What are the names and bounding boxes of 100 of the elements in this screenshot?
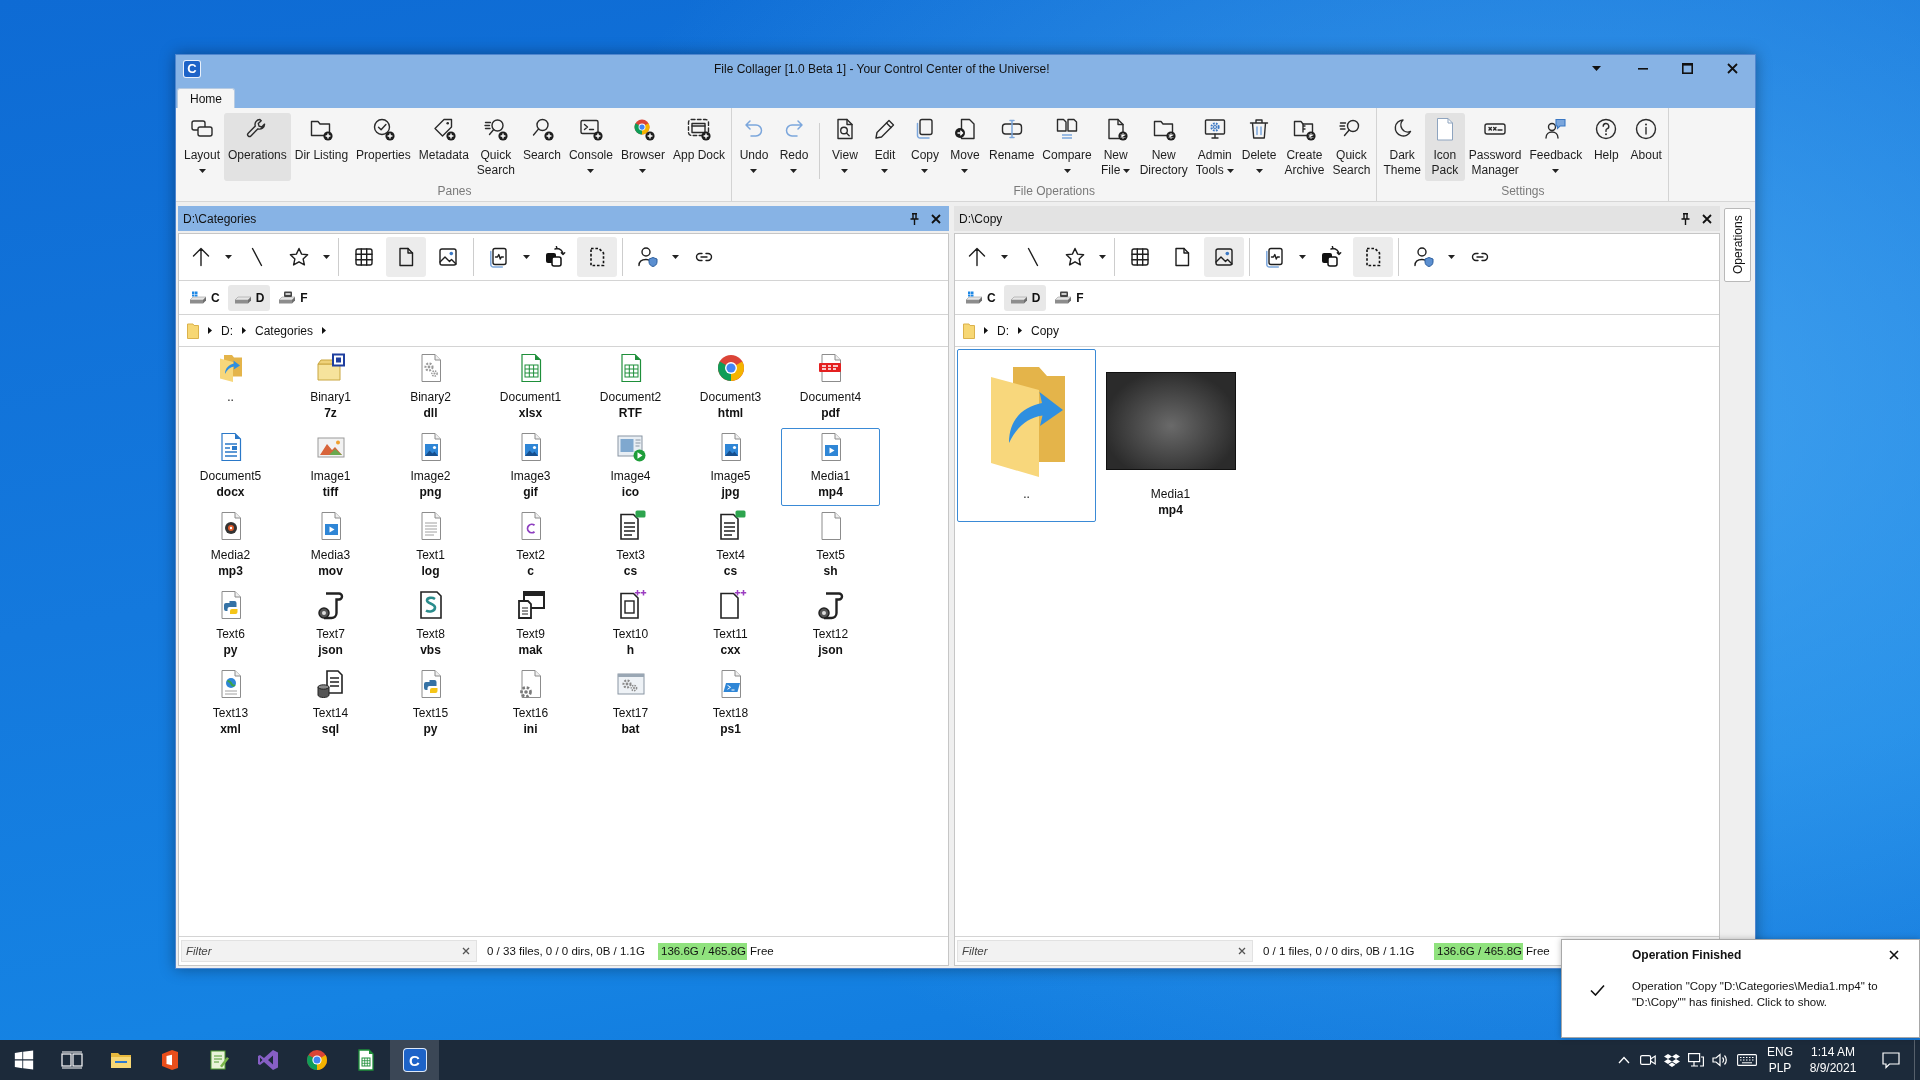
file-item[interactable]: Text6 py: [181, 586, 280, 664]
ribbon-button[interactable]: Create Archive: [1280, 113, 1329, 181]
file-item[interactable]: Text12 json: [781, 586, 880, 664]
file-item[interactable]: Media3 mov: [281, 507, 380, 585]
toolbar-button[interactable]: [386, 237, 426, 277]
toolbar-button[interactable]: [577, 237, 617, 277]
close-icon[interactable]: [1702, 213, 1712, 224]
ribbon-button[interactable]: New File: [1095, 113, 1136, 181]
file-item[interactable]: Text15 py: [381, 665, 480, 743]
file-item[interactable]: Text13 xml: [181, 665, 280, 743]
ribbon-button[interactable]: Feedback: [1525, 113, 1587, 181]
caret-icon[interactable]: [1099, 255, 1106, 259]
caret-icon[interactable]: [523, 255, 530, 259]
wired-network-icon[interactable]: [1688, 1053, 1704, 1067]
file-item[interactable]: Text4 cs: [681, 507, 780, 585]
file-item[interactable]: Text11 cxx: [681, 586, 780, 664]
close-icon[interactable]: [931, 213, 941, 224]
file-item[interactable]: Media1 mp4: [781, 428, 880, 506]
ribbon-button[interactable]: About: [1626, 113, 1667, 181]
ribbon-button[interactable]: Quick Search: [1328, 113, 1375, 181]
drive-button[interactable]: C: [183, 284, 226, 311]
filter-field[interactable]: Filter: [181, 940, 477, 962]
file-item[interactable]: Text8 vbs: [381, 586, 480, 664]
close-icon[interactable]: [1889, 950, 1899, 960]
file-item[interactable]: Document2 RTF: [581, 349, 680, 427]
clock-button[interactable]: 1:14 AM 8/9/2021: [1798, 1040, 1868, 1080]
ribbon-button[interactable]: Move: [945, 113, 985, 181]
filter-field[interactable]: Filter: [957, 940, 1253, 962]
ribbon-button[interactable]: Password Manager: [1464, 113, 1526, 181]
caret-icon[interactable]: [1299, 255, 1306, 259]
toolbar-button[interactable]: [1353, 237, 1393, 277]
ribbon-tab[interactable]: Home: [177, 88, 235, 108]
caret-icon[interactable]: [1448, 255, 1455, 259]
file-item[interactable]: Binary1 7z: [281, 349, 380, 427]
speaker-icon[interactable]: [1712, 1053, 1728, 1067]
ribbon-button[interactable]: Dir Listing: [290, 113, 353, 181]
ribbon-button[interactable]: Help: [1586, 113, 1627, 181]
breadcrumb-segment[interactable]: D:: [997, 323, 1009, 338]
file-item[interactable]: Document5 docx: [181, 428, 280, 506]
ribbon-button[interactable]: Compare: [1038, 113, 1096, 181]
ribbon-button[interactable]: Rename: [985, 113, 1039, 181]
drive-button[interactable]: F: [272, 284, 314, 311]
speech-bubble-icon[interactable]: [1882, 1051, 1900, 1069]
ribbon-button[interactable]: Redo: [774, 113, 814, 181]
triangle-right-icon[interactable]: [1018, 327, 1022, 334]
file-item[interactable]: Media1 mp4: [1101, 349, 1240, 522]
ribbon-button[interactable]: App Dock: [668, 113, 729, 181]
ribbon-button[interactable]: Undo: [734, 113, 774, 181]
file-item[interactable]: Text5 sh: [781, 507, 880, 585]
caret-icon[interactable]: [672, 255, 679, 259]
file-item[interactable]: Image1 tiff: [281, 428, 380, 506]
breadcrumb-segment[interactable]: Categories: [255, 323, 314, 338]
file-item[interactable]: Document3 html: [681, 349, 780, 427]
ribbon-button[interactable]: Operations: [224, 113, 291, 181]
breadcrumb-segment[interactable]: Copy: [1031, 323, 1059, 338]
caret-icon[interactable]: [225, 255, 232, 259]
ribbon-button[interactable]: Layout: [180, 113, 225, 181]
ribbon-button[interactable]: Browser: [616, 113, 669, 181]
file-item[interactable]: Image2 png: [381, 428, 480, 506]
triangle-right-icon[interactable]: [984, 327, 988, 334]
ribbon-button[interactable]: Properties: [352, 113, 415, 181]
file-item[interactable]: Text3 cs: [581, 507, 680, 585]
toolbar-button[interactable]: [1204, 237, 1244, 277]
caret-icon[interactable]: [323, 255, 330, 259]
ribbon-button[interactable]: Icon Pack: [1424, 113, 1465, 181]
file-item[interactable]: Text17 bat: [581, 665, 680, 743]
ribbon-button[interactable]: New Directory: [1135, 113, 1192, 181]
ribbon-button[interactable]: Dark Theme: [1379, 113, 1425, 181]
pin-icon[interactable]: [1681, 212, 1690, 225]
file-item[interactable]: Text9 mak: [481, 586, 580, 664]
drive-button[interactable]: F: [1048, 284, 1090, 311]
file-item[interactable]: Image3 gif: [481, 428, 580, 506]
drive-button[interactable]: D: [1003, 284, 1047, 311]
file-item[interactable]: Image4 ico: [581, 428, 680, 506]
file-item[interactable]: Text14 sql: [281, 665, 380, 743]
file-item[interactable]: Image5 jpg: [681, 428, 780, 506]
ribbon-button[interactable]: View: [825, 113, 865, 181]
triangle-right-icon[interactable]: [208, 327, 212, 334]
clear-icon[interactable]: [1238, 947, 1246, 955]
drive-button[interactable]: D: [227, 284, 271, 311]
ribbon-button[interactable]: Search: [518, 113, 565, 181]
ribbon-button[interactable]: Admin Tools: [1191, 113, 1238, 181]
triangle-right-icon[interactable]: [242, 327, 246, 334]
file-item[interactable]: Document1 xlsx: [481, 349, 580, 427]
triangle-right-icon[interactable]: [322, 327, 327, 334]
file-item[interactable]: ..: [181, 349, 280, 427]
side-tab[interactable]: Operations: [1724, 208, 1751, 282]
file-item[interactable]: Text18 ps1: [681, 665, 780, 743]
ribbon-button[interactable]: Metadata: [414, 113, 473, 181]
file-item[interactable]: ..: [957, 349, 1096, 522]
breadcrumb-segment[interactable]: D:: [221, 323, 233, 338]
ribbon-button[interactable]: Console: [564, 113, 617, 181]
ribbon-button[interactable]: Edit: [865, 113, 905, 181]
file-item[interactable]: Text1 log: [381, 507, 480, 585]
caret-icon[interactable]: [1001, 255, 1008, 259]
file-item[interactable]: Text2 c: [481, 507, 580, 585]
file-item[interactable]: Document4 pdf: [781, 349, 880, 427]
language-button[interactable]: ENG PLP: [1762, 1040, 1798, 1080]
chevron-up-icon[interactable]: [1618, 1056, 1630, 1064]
file-item[interactable]: Binary2 dll: [381, 349, 480, 427]
